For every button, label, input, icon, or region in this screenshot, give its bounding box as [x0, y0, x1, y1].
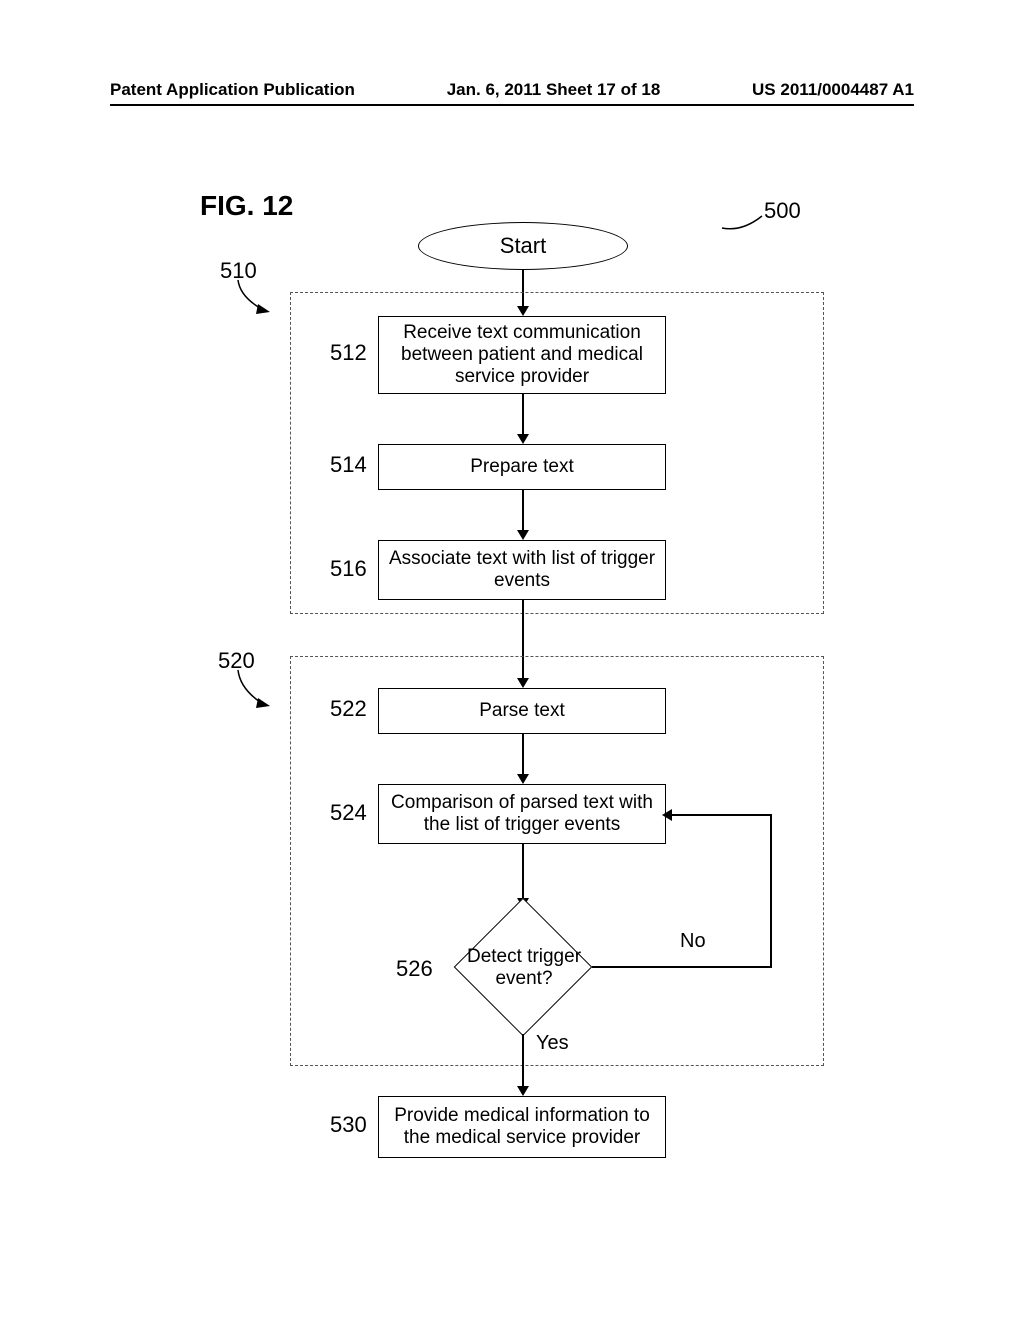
arrowhead-icon	[517, 530, 529, 540]
arrowhead-icon	[517, 774, 529, 784]
step-524: Comparison of parsed text with the list …	[378, 784, 666, 844]
branch-yes: Yes	[536, 1032, 569, 1055]
header-left: Patent Application Publication	[110, 80, 355, 100]
step-530-text: Provide medical information to the medic…	[387, 1105, 657, 1149]
ref-516: 516	[330, 556, 367, 582]
step-522-text: Parse text	[479, 700, 565, 722]
step-524-text: Comparison of parsed text with the list …	[387, 792, 657, 836]
connector	[522, 394, 524, 438]
start-node: Start	[418, 222, 628, 270]
connector-no-h2	[670, 814, 772, 816]
ref-524: 524	[330, 800, 367, 826]
step-530: Provide medical information to the medic…	[378, 1096, 666, 1158]
ref-530: 530	[330, 1112, 367, 1138]
leader-510	[232, 278, 292, 318]
leader-500	[720, 210, 770, 234]
ref-514: 514	[330, 452, 367, 478]
connector	[522, 734, 524, 778]
arrowhead-icon	[517, 1086, 529, 1096]
step-522: Parse text	[378, 688, 666, 734]
connector-no-h1	[592, 966, 772, 968]
connector-yes	[522, 1034, 524, 1090]
page-header: Patent Application Publication Jan. 6, 2…	[110, 80, 914, 106]
header-right: US 2011/0004487 A1	[752, 80, 914, 100]
connector	[522, 490, 524, 534]
branch-no: No	[680, 930, 706, 953]
figure-label: FIG. 12	[200, 190, 293, 222]
connector-no-v	[770, 814, 772, 968]
arrowhead-icon	[662, 809, 672, 821]
step-514: Prepare text	[378, 444, 666, 490]
leader-520	[232, 668, 292, 712]
step-516-text: Associate text with list of trigger even…	[387, 548, 657, 592]
header-center: Jan. 6, 2011 Sheet 17 of 18	[447, 80, 661, 100]
connector	[522, 844, 524, 902]
ref-522: 522	[330, 696, 367, 722]
step-516: Associate text with list of trigger even…	[378, 540, 666, 600]
ref-512: 512	[330, 340, 367, 366]
step-514-text: Prepare text	[470, 456, 574, 478]
start-label: Start	[500, 233, 546, 259]
arrowhead-icon	[517, 434, 529, 444]
ref-526: 526	[396, 956, 433, 982]
step-512: Receive text communication between patie…	[378, 316, 666, 394]
decision-526-label: Detect trigger event?	[454, 946, 594, 990]
step-512-text: Receive text communication between patie…	[387, 322, 657, 388]
decision-526-text: Detect trigger event?	[454, 908, 594, 1028]
